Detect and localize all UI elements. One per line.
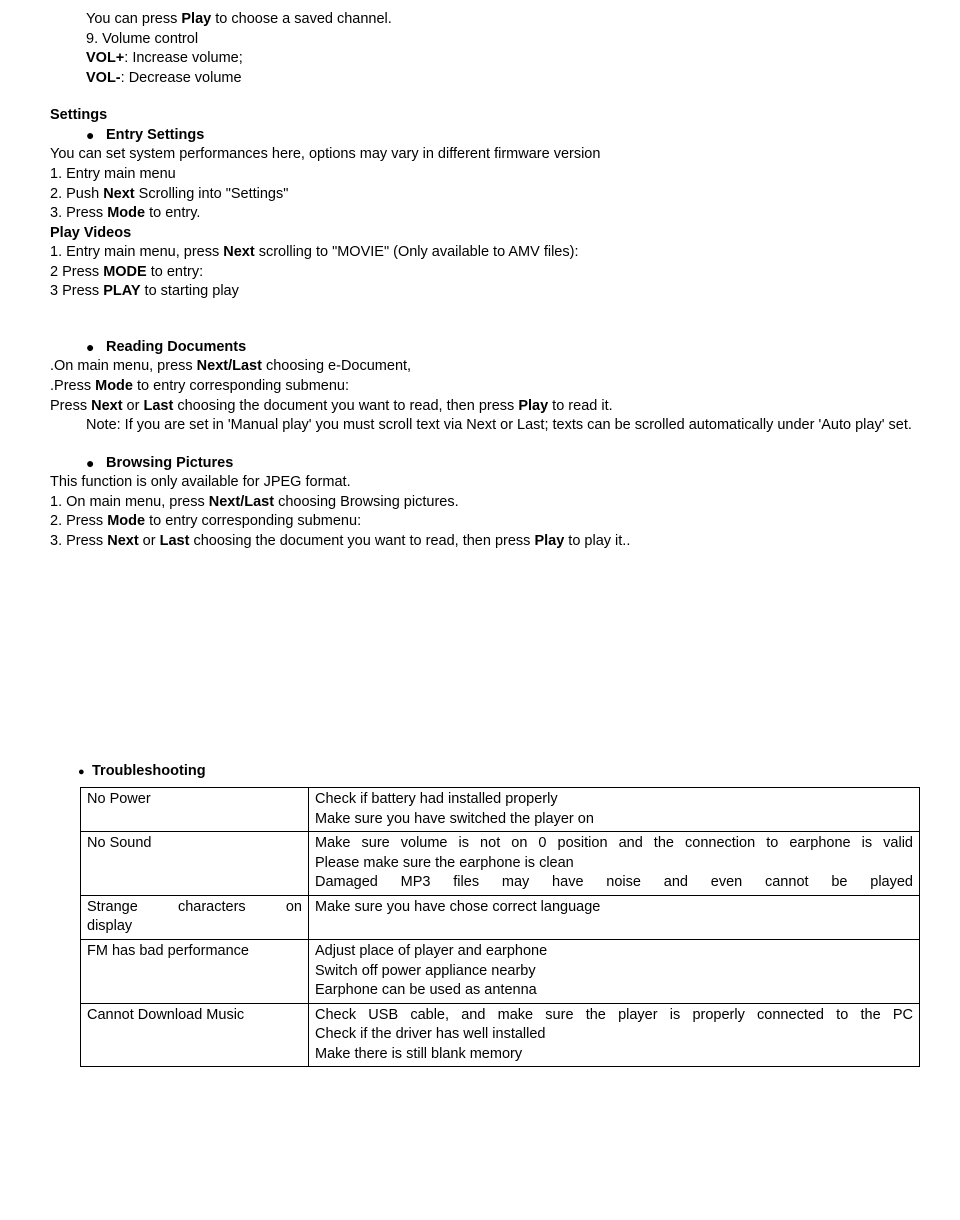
volminus-label: VOL- [86, 70, 121, 86]
pv-step2: 2 Press MODE to entry: [50, 263, 920, 283]
es-step2: 2. Push Next Scrolling into "Settings" [50, 185, 920, 205]
troubleshooting-table: No Power Check if battery had installed … [80, 787, 920, 1067]
text: choosing the document you want to read, … [173, 398, 518, 414]
play-label: Play [518, 398, 548, 414]
text: to entry: [147, 264, 203, 280]
issue-cell: No Power [81, 788, 309, 832]
intro-block: You can press Play to choose a saved cha… [86, 10, 920, 88]
pv-step1: 1. Entry main menu, press Next scrolling… [50, 243, 920, 263]
bullet-icon: ● [78, 765, 92, 780]
intro-line2: 9. Volume control [86, 30, 920, 50]
reading-bullet: ● Reading Documents [86, 338, 920, 358]
reading-step1: .On main menu, press Next/Last choosing … [50, 357, 920, 377]
play-label: Play [181, 11, 211, 27]
text: 2 Press [50, 264, 103, 280]
reading-note: Note: If you are set in 'Manual play' yo… [50, 416, 920, 436]
fix-cell: Make sure you have chose correct languag… [309, 895, 920, 939]
intro-line1: You can press Play to choose a saved cha… [86, 10, 920, 30]
issue-cell: No Sound [81, 832, 309, 896]
text: to read it. [548, 398, 612, 414]
text: to starting play [141, 283, 239, 299]
nextlast-label: Next/Last [197, 358, 262, 374]
volplus-label: VOL+ [86, 50, 124, 66]
text: to choose a saved channel. [211, 11, 392, 27]
intro-line4: VOL-: Decrease volume [86, 69, 920, 89]
play-label: Play [534, 533, 564, 549]
text: : Decrease volume [121, 70, 242, 86]
entry-settings-desc: You can set system performances here, op… [50, 145, 920, 165]
issue-cell: Strange characters ondisplay [81, 895, 309, 939]
mode-label: Mode [95, 378, 133, 394]
browsing-desc: This function is only available for JPEG… [50, 473, 920, 493]
text: You can press [86, 11, 181, 27]
table-row: No Power Check if battery had installed … [81, 788, 920, 832]
text: .On main menu, press [50, 358, 197, 374]
reading-step3: Press Next or Last choosing the document… [50, 397, 920, 417]
issue-cell: Cannot Download Music [81, 1003, 309, 1067]
text: 1. On main menu, press [50, 494, 209, 510]
last-label: Last [143, 398, 173, 414]
last-label: Last [160, 533, 190, 549]
text: 3. Press [50, 205, 107, 221]
fix-cell: Check if battery had installed properlyM… [309, 788, 920, 832]
text: 3. Press [50, 533, 107, 549]
troubleshooting-heading: Troubleshooting [92, 762, 206, 782]
text: to entry corresponding submenu: [133, 378, 349, 394]
browsing-step2: 2. Press Mode to entry corresponding sub… [50, 512, 920, 532]
text: choosing the document you want to read, … [189, 533, 534, 549]
next-label: Next [223, 244, 254, 260]
browsing-step1: 1. On main menu, press Next/Last choosin… [50, 493, 920, 513]
text: to entry corresponding submenu: [145, 513, 361, 529]
entry-settings-heading: Entry Settings [106, 126, 204, 146]
table-row: FM has bad performance Adjust place of p… [81, 940, 920, 1004]
mode-label: Mode [107, 513, 145, 529]
mode-label: MODE [103, 264, 147, 280]
reading-heading: Reading Documents [106, 338, 246, 358]
text: 2. Push [50, 186, 103, 202]
text: 1. Entry main menu, press [50, 244, 223, 260]
mode-label: Mode [107, 205, 145, 221]
fix-cell: Check USB cable, and make sure the playe… [309, 1003, 920, 1067]
text: or [123, 398, 144, 414]
text: to entry. [145, 205, 200, 221]
fix-cell: Make sure volume is not on 0 position an… [309, 832, 920, 896]
text: Scrolling into "Settings" [135, 186, 289, 202]
table-row: No Sound Make sure volume is not on 0 po… [81, 832, 920, 896]
pv-step3: 3 Press PLAY to starting play [50, 282, 920, 302]
issue-cell: FM has bad performance [81, 940, 309, 1004]
es-step3: 3. Press Mode to entry. [50, 204, 920, 224]
text: scrolling to "MOVIE" (Only available to … [255, 244, 579, 260]
browsing-step3: 3. Press Next or Last choosing the docum… [50, 532, 920, 552]
settings-heading: Settings [50, 106, 920, 126]
bullet-icon: ● [86, 126, 106, 145]
entry-settings-bullet: ● Entry Settings [86, 126, 920, 146]
next-label: Next [103, 186, 134, 202]
browsing-heading: Browsing Pictures [106, 454, 233, 474]
text: 3 Press [50, 283, 103, 299]
table-row: Strange characters ondisplay Make sure y… [81, 895, 920, 939]
troubleshooting-bullet: ● Troubleshooting [78, 762, 920, 782]
text: choosing Browsing pictures. [274, 494, 459, 510]
fix-cell: Adjust place of player and earphoneSwitc… [309, 940, 920, 1004]
bullet-icon: ● [86, 454, 106, 473]
text: to play it.. [564, 533, 630, 549]
next-label: Next [91, 398, 122, 414]
text: : Increase volume; [124, 50, 242, 66]
nextlast-label: Next/Last [209, 494, 274, 510]
text: or [139, 533, 160, 549]
text: Press [50, 398, 91, 414]
es-step1: 1. Entry main menu [50, 165, 920, 185]
text: .Press [50, 378, 95, 394]
reading-step2: .Press Mode to entry corresponding subme… [50, 377, 920, 397]
table-row: Cannot Download Music Check USB cable, a… [81, 1003, 920, 1067]
play-videos-heading: Play Videos [50, 224, 920, 244]
next-label: Next [107, 533, 138, 549]
text: choosing e-Document, [262, 358, 411, 374]
bullet-icon: ● [86, 338, 106, 357]
play-label: PLAY [103, 283, 140, 299]
intro-line3: VOL+: Increase volume; [86, 49, 920, 69]
browsing-bullet: ● Browsing Pictures [86, 454, 920, 474]
text: 2. Press [50, 513, 107, 529]
